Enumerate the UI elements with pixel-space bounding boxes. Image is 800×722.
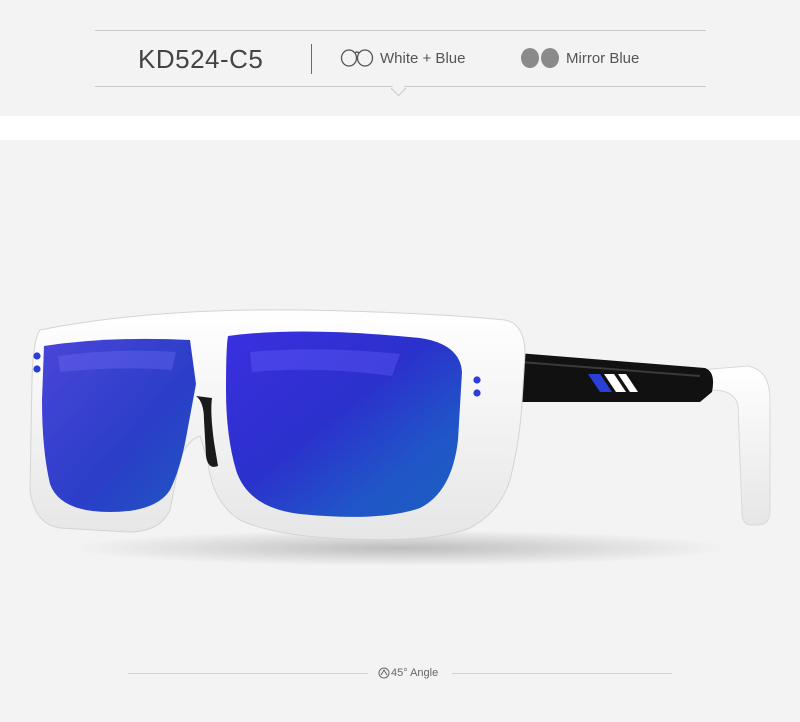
view-angle-caption: 45° Angle (378, 664, 438, 682)
header-divider (311, 44, 312, 74)
sunglasses-image (29, 309, 771, 566)
frame-color-spec: White + Blue (340, 46, 465, 70)
header-pointer-notch (390, 80, 407, 97)
product-stage: 45° Angle (0, 140, 800, 722)
angle-badge-icon (378, 667, 390, 679)
frame-color-label: White + Blue (380, 49, 466, 67)
footer-rule-right (452, 673, 672, 674)
separator-band (0, 116, 800, 140)
lens-color-label: Mirror Blue (566, 49, 640, 67)
lens-pair-icon (521, 48, 559, 68)
glasses-outline-icon (340, 49, 374, 67)
spec-header: KD524-C5 White + Blue Mirror Blue (0, 0, 800, 116)
footer-rule-left (128, 673, 368, 674)
model-code: KD524-C5 (138, 44, 264, 74)
header-top-rule (95, 30, 706, 31)
lens-color-spec: Mirror Blue (520, 46, 639, 70)
angle-label: 45° Angle (391, 667, 439, 679)
